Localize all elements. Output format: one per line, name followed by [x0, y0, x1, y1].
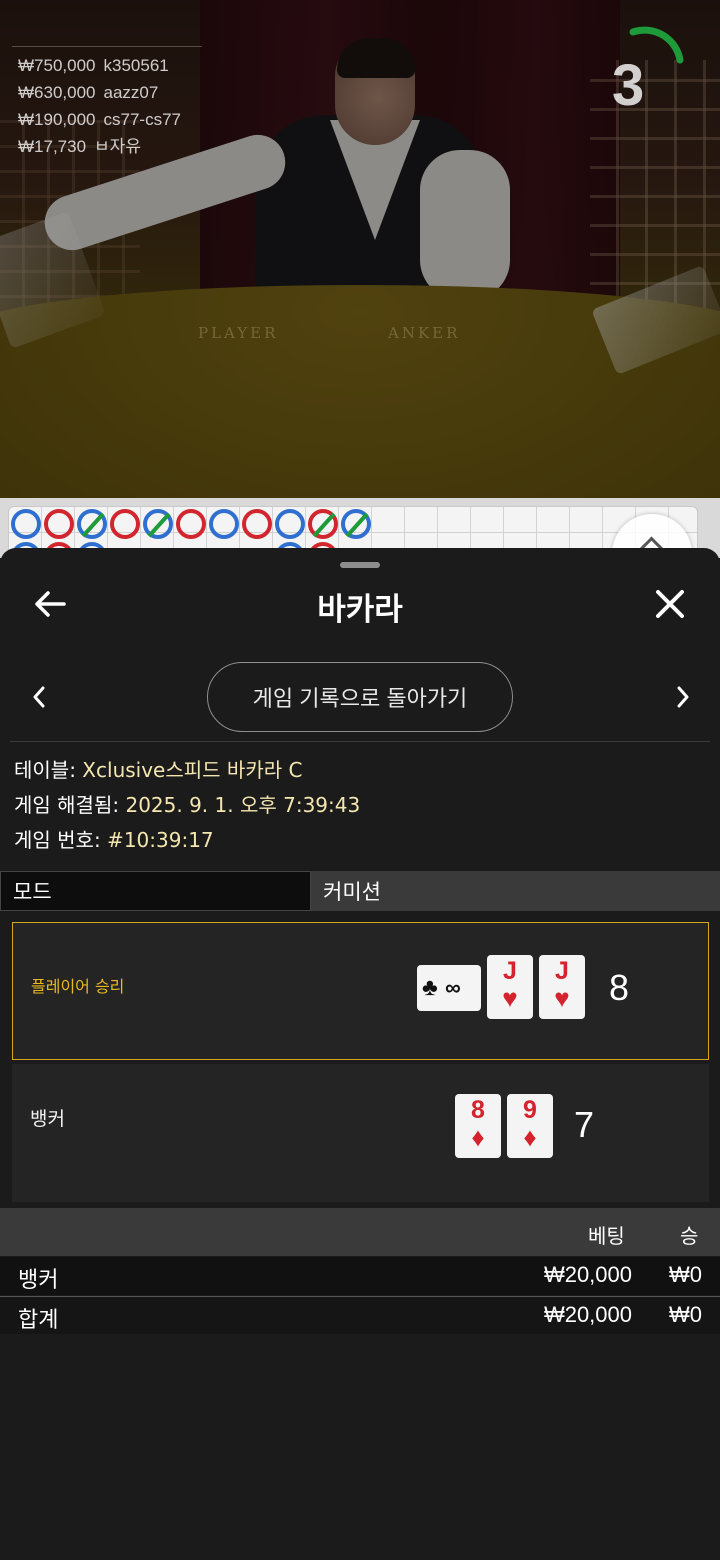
- return-to-history-button[interactable]: 게임 기록으로 돌아가기: [207, 662, 513, 732]
- leaderboard-user: aazz07: [103, 83, 159, 102]
- close-icon: [656, 590, 684, 618]
- bead-banker: [209, 509, 239, 539]
- sheet-drag-handle[interactable]: [340, 562, 380, 568]
- playing-card: 8 ♦: [455, 1094, 501, 1158]
- leaderboard-user: ㅂ자유: [94, 137, 141, 156]
- next-round-button[interactable]: [668, 682, 698, 712]
- player-cards: ♣ ∞ J ♥ J ♥: [417, 955, 585, 1019]
- leaderboard-row: ₩190,000 cs77-cs77: [18, 106, 181, 133]
- leaderboard-amount: ₩190,000: [18, 110, 96, 129]
- leaderboard-user: k350561: [103, 56, 169, 75]
- total-label: 합계: [18, 1308, 59, 1333]
- bead-tie: [308, 509, 338, 539]
- win-column-header: 승: [680, 1224, 699, 1248]
- bead-tie: [341, 509, 371, 539]
- bead-tie: [77, 509, 107, 539]
- player-result-label: 플레이어 승리: [31, 977, 125, 996]
- player-score: 8: [609, 967, 630, 1008]
- countdown-number: 3: [612, 53, 645, 118]
- leaderboard-amount: ₩630,000: [18, 83, 96, 102]
- bead-player: [110, 509, 140, 539]
- playing-card: 9 ♦: [507, 1094, 553, 1158]
- game-number-row: 게임 번호: #10:39:17: [14, 823, 360, 858]
- winners-leaderboard: ₩750,000 k350561 ₩630,000 aazz07 ₩190,000 c…: [12, 46, 202, 160]
- leaderboard-row: ₩630,000 aazz07: [18, 79, 181, 106]
- banker-score: 7: [574, 1104, 595, 1145]
- table-info-row: 테이블: Xclusive스피드 바카라 C: [14, 753, 360, 788]
- bead-player: [242, 509, 272, 539]
- bets-table-header: 베팅 승: [0, 1208, 720, 1256]
- card-suit: ♥: [554, 983, 570, 1013]
- banker-cards: 8 ♦ 9 ♦: [455, 1094, 553, 1158]
- bead-banker: [11, 509, 41, 539]
- player-result: 플레이어 승리 ♣ ∞ J ♥ J ♥ 8: [12, 922, 709, 1060]
- table-value: Xclusive스피드 바카라 C: [75, 758, 303, 782]
- table-row-total: 합계 ₩20,000 ₩0: [0, 1296, 720, 1334]
- leaderboard-row: ₩750,000 k350561: [18, 52, 181, 79]
- table-key: 테이블:: [14, 758, 76, 782]
- mode-label: 모드: [0, 871, 311, 911]
- section-divider: [10, 741, 710, 742]
- chevron-right-icon: [677, 686, 689, 708]
- card-suit: ♦: [471, 1122, 485, 1152]
- leaderboard-amount: ₩750,000: [18, 56, 96, 75]
- banker-result-label: 뱅커: [30, 1108, 65, 1130]
- game-history-sheet: 바카라 게임 기록으로 돌아가기 테이블: Xclusive스피드 바카라 C …: [0, 548, 720, 1560]
- mode-row: 모드 커미션: [0, 871, 720, 911]
- table-row: 뱅커 ₩20,000 ₩0: [0, 1257, 720, 1295]
- leaderboard-user: cs77-cs77: [103, 110, 181, 129]
- game-number-value: #10:39:17: [100, 828, 214, 852]
- card-rank: J: [555, 957, 569, 985]
- bead-player: [176, 509, 206, 539]
- card-rank: ∞: [445, 975, 461, 1000]
- playing-card: J ♥: [487, 955, 533, 1019]
- bead-player: [44, 509, 74, 539]
- close-button[interactable]: [648, 582, 692, 626]
- mode-value: 커미션: [311, 871, 720, 911]
- win-amount: ₩0: [669, 1262, 702, 1287]
- leaderboard-row: ₩17,730 ㅂ자유: [18, 133, 181, 160]
- leaderboard-amount: ₩17,730: [18, 137, 87, 156]
- card-suit: ♣: [422, 974, 438, 1001]
- bet-amount: ₩20,000: [543, 1262, 632, 1287]
- game-info: 테이블: Xclusive스피드 바카라 C 게임 해결됨: 2025. 9. …: [14, 753, 360, 858]
- card-rank: 9: [523, 1096, 537, 1124]
- round-navigation: 게임 기록으로 돌아가기: [0, 660, 720, 732]
- previous-round-button[interactable]: [24, 682, 54, 712]
- game-number-key: 게임 번호:: [14, 828, 101, 852]
- live-video: PLAYER ANKER ₩750,000 k350561 ₩630,000 aaz…: [0, 0, 720, 498]
- total-win-amount: ₩0: [669, 1302, 702, 1327]
- resolved-value: 2025. 9. 1. 오후 7:39:43: [119, 793, 361, 817]
- playing-card: J ♥: [539, 955, 585, 1019]
- card-suit: ♥: [502, 983, 518, 1013]
- resolved-info-row: 게임 해결됨: 2025. 9. 1. 오후 7:39:43: [14, 788, 360, 823]
- bet-column-header: 베팅: [588, 1224, 625, 1248]
- card-rank: 8: [471, 1096, 485, 1124]
- card-suit: ♦: [523, 1122, 537, 1152]
- bead-tie: [143, 509, 173, 539]
- bead-banker: [275, 509, 305, 539]
- sheet-title: 바카라: [317, 592, 403, 628]
- playing-card: ♣ ∞: [417, 965, 481, 1011]
- total-bet-amount: ₩20,000: [543, 1302, 632, 1327]
- resolved-key: 게임 해결됨:: [14, 793, 120, 817]
- card-rank: J: [503, 957, 517, 985]
- banker-result: 뱅커 8 ♦ 9 ♦ 7: [12, 1064, 709, 1202]
- chevron-left-icon: [33, 686, 45, 708]
- bet-name: 뱅커: [18, 1268, 59, 1293]
